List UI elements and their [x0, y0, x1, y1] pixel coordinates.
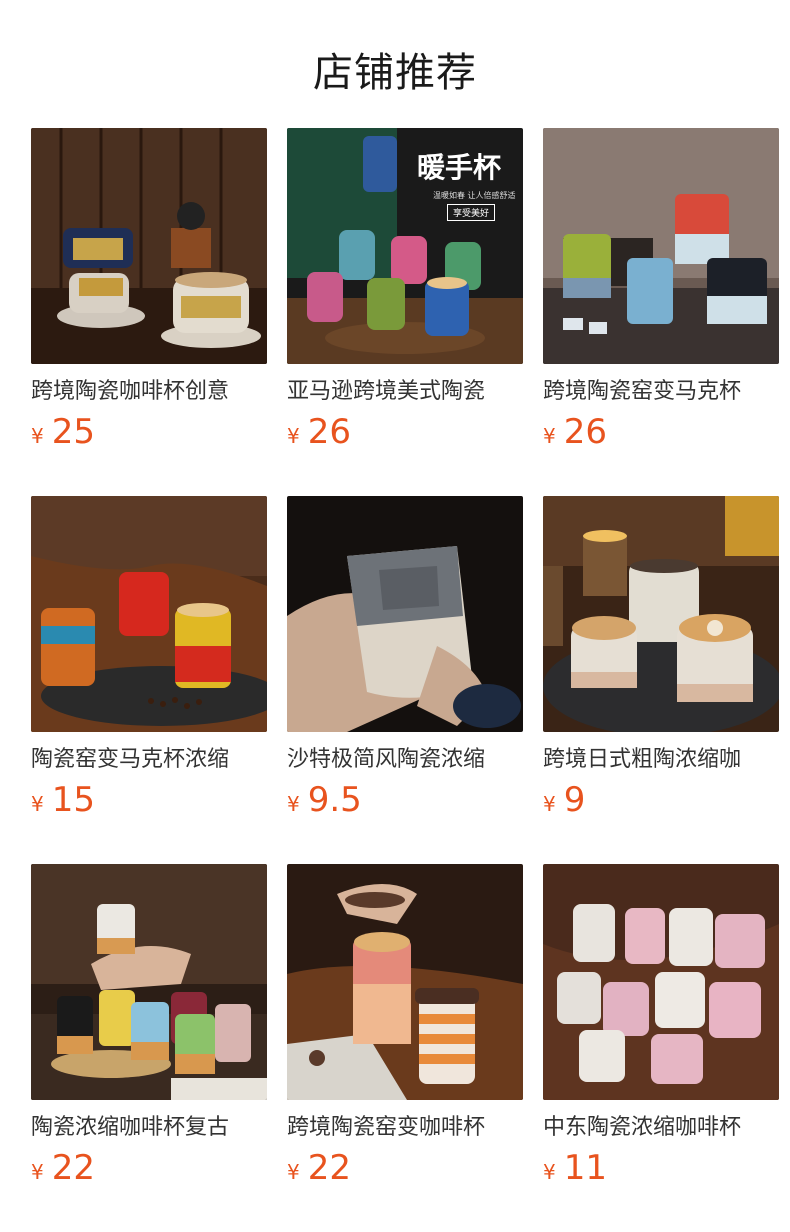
- lidded-cups-icon[interactable]: [287, 864, 523, 1100]
- product-name[interactable]: 陶瓷浓缩咖啡杯复古: [31, 1112, 267, 1144]
- price-amount: 22: [307, 1148, 351, 1188]
- product-card[interactable]: 跨境陶瓷咖啡杯创意 ¥ 25: [31, 128, 267, 464]
- gold-band-cups-icon[interactable]: [31, 128, 267, 364]
- product-price: ¥ 26: [543, 412, 779, 452]
- price-amount: 11: [563, 1148, 607, 1188]
- price-amount: 26: [307, 412, 351, 452]
- price-amount: 9.5: [307, 780, 362, 820]
- glaze-mugs-icon[interactable]: [543, 128, 779, 364]
- product-card[interactable]: 跨境陶瓷窑变咖啡杯 ¥ 22: [287, 864, 523, 1200]
- price-amount: 22: [51, 1148, 95, 1188]
- product-price: ¥ 22: [287, 1148, 523, 1188]
- embossed-cup-icon[interactable]: [287, 496, 523, 732]
- product-name[interactable]: 跨境陶瓷窑变马克杯: [543, 376, 779, 408]
- product-price: ¥ 25: [31, 412, 267, 452]
- pink-white-cups-icon[interactable]: [543, 864, 779, 1100]
- price-amount: 15: [51, 780, 95, 820]
- product-card[interactable]: 中东陶瓷浓缩咖啡杯 ¥ 11: [543, 864, 779, 1200]
- product-card[interactable]: 跨境日式粗陶浓缩咖 ¥ 9: [543, 496, 779, 832]
- colorful-cups-icon[interactable]: [31, 864, 267, 1100]
- product-name[interactable]: 陶瓷窑变马克杯浓缩: [31, 744, 267, 776]
- product-grid: 跨境陶瓷咖啡杯创意 ¥ 25 暖手杯 温暖如春 让人倍感舒适 享受美好 亚马逊跨…: [31, 128, 779, 1200]
- currency-symbol: ¥: [543, 1160, 556, 1184]
- product-price: ¥ 9: [543, 780, 779, 820]
- product-card[interactable]: 陶瓷浓缩咖啡杯复古 ¥ 22: [31, 864, 267, 1200]
- warm-hand-cups-icon[interactable]: 暖手杯 温暖如春 让人倍感舒适 享受美好: [287, 128, 523, 364]
- currency-symbol: ¥: [543, 792, 556, 816]
- product-name[interactable]: 亚马逊跨境美式陶瓷: [287, 376, 523, 408]
- price-amount: 26: [563, 412, 607, 452]
- product-price: ¥ 9.5: [287, 780, 523, 820]
- product-card[interactable]: 沙特极简风陶瓷浓缩 ¥ 9.5: [287, 496, 523, 832]
- currency-symbol: ¥: [31, 792, 44, 816]
- product-price: ¥ 15: [31, 780, 267, 820]
- currency-symbol: ¥: [287, 792, 300, 816]
- latte-cups-icon[interactable]: [543, 496, 779, 732]
- product-price: ¥ 11: [543, 1148, 779, 1188]
- product-price: ¥ 22: [31, 1148, 267, 1188]
- product-name[interactable]: 跨境日式粗陶浓缩咖: [543, 744, 779, 776]
- currency-symbol: ¥: [31, 424, 44, 448]
- currency-symbol: ¥: [31, 1160, 44, 1184]
- product-name[interactable]: 跨境陶瓷咖啡杯创意: [31, 376, 267, 408]
- section-title: 店铺推荐: [313, 50, 477, 96]
- red-yellow-mugs-icon[interactable]: [31, 496, 267, 732]
- product-card[interactable]: 暖手杯 温暖如春 让人倍感舒适 享受美好 亚马逊跨境美式陶瓷 ¥ 26: [287, 128, 523, 464]
- product-name[interactable]: 沙特极简风陶瓷浓缩: [287, 744, 523, 776]
- product-name[interactable]: 跨境陶瓷窑变咖啡杯: [287, 1112, 523, 1144]
- warm-hand-badge: 享受美好: [447, 204, 496, 221]
- warm-hand-subtitle: 温暖如春 让人倍感舒适: [433, 191, 516, 200]
- currency-symbol: ¥: [287, 424, 300, 448]
- warm-hand-label: 暖手杯: [417, 151, 502, 184]
- price-amount: 9: [563, 780, 586, 820]
- currency-symbol: ¥: [287, 1160, 300, 1184]
- product-name[interactable]: 中东陶瓷浓缩咖啡杯: [543, 1112, 779, 1144]
- product-card[interactable]: 跨境陶瓷窑变马克杯 ¥ 26: [543, 128, 779, 464]
- currency-symbol: ¥: [543, 424, 556, 448]
- product-card[interactable]: 陶瓷窑变马克杯浓缩 ¥ 15: [31, 496, 267, 832]
- product-price: ¥ 26: [287, 412, 523, 452]
- price-amount: 25: [51, 412, 95, 452]
